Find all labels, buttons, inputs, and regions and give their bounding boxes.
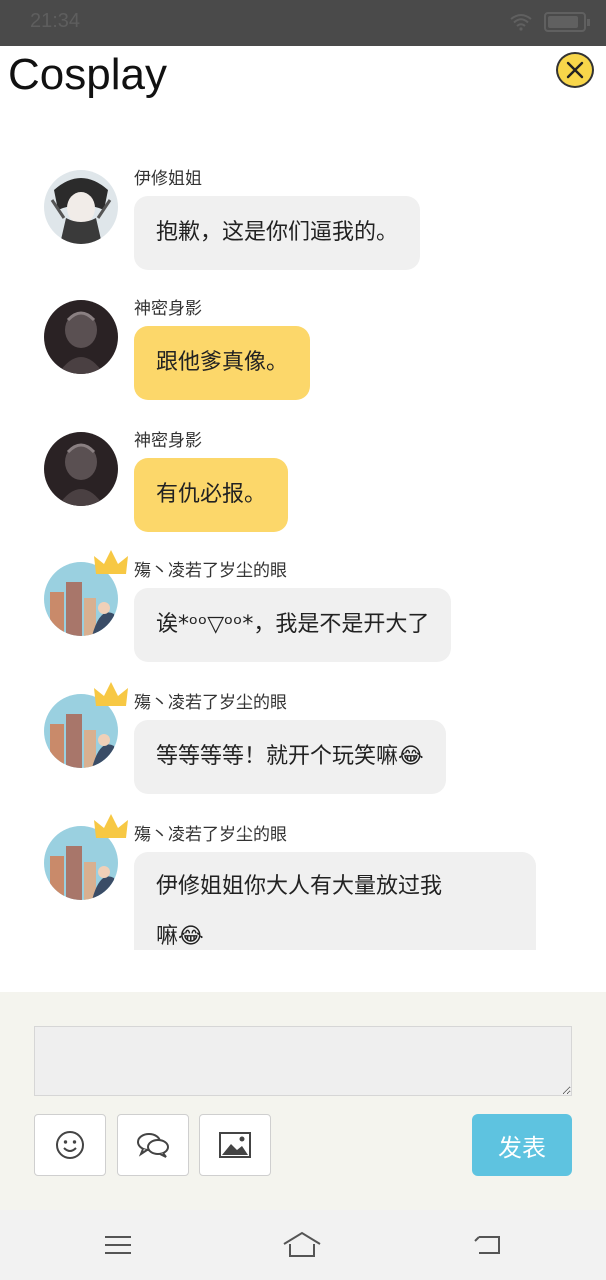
- message-text-line: 嘛😂: [156, 924, 204, 949]
- chat-bubbles-icon: [137, 1133, 169, 1158]
- message-sender: 神密身影: [134, 431, 202, 451]
- image-icon: [219, 1132, 251, 1158]
- avatar[interactable]: [44, 170, 118, 244]
- home-icon: [283, 1231, 321, 1257]
- message-bubble: 有仇必报。: [134, 458, 289, 532]
- message-bubble: 跟他爹真像。: [134, 326, 311, 400]
- message-bubble: 诶*ᵒᵒ▽ᵒᵒ*，我是不是开大了: [134, 588, 452, 662]
- status-icons: [510, 12, 590, 32]
- message-bubble: 抱歉，这是你们逼我的。: [134, 196, 421, 270]
- back-icon: [474, 1236, 500, 1254]
- crown-icon: [94, 814, 128, 838]
- avatar[interactable]: [44, 300, 118, 374]
- status-bar: 21:34: [0, 0, 606, 46]
- message-bubble: 伊修姐姐你大人有大量放过我 嘛😂: [134, 852, 536, 950]
- message-sender: 神密身影: [134, 299, 202, 319]
- comment-input[interactable]: [34, 1026, 572, 1096]
- system-nav-bar: [0, 1210, 606, 1280]
- crown-icon: [94, 682, 128, 706]
- wifi-icon: [510, 14, 532, 31]
- send-button[interactable]: 发表: [472, 1114, 572, 1176]
- smiley-icon: [56, 1131, 84, 1159]
- chat-button[interactable]: [117, 1114, 189, 1176]
- close-button[interactable]: [556, 52, 594, 88]
- close-icon: [566, 61, 584, 79]
- avatar-mystery-image: [44, 432, 118, 506]
- home-button[interactable]: [282, 1228, 322, 1262]
- status-time: 21:34: [30, 10, 81, 32]
- message-sender: 殤丶凌若了岁尘的眼: [134, 825, 287, 845]
- avatar[interactable]: [44, 432, 118, 506]
- crown-icon: [94, 550, 128, 574]
- battery-icon: [544, 12, 590, 32]
- message-sender: 殤丶凌若了岁尘的眼: [134, 561, 287, 581]
- menu-icon: [105, 1236, 131, 1254]
- chat-message-list[interactable]: 伊修姐姐 抱歉，这是你们逼我的。 神密身影 跟他爹真像。 神密身影 有仇必报。: [30, 150, 582, 950]
- avatar-ishu-image: [44, 170, 118, 244]
- menu-button[interactable]: [98, 1228, 138, 1262]
- page-title: Cosplay: [8, 50, 167, 99]
- back-button[interactable]: [468, 1228, 508, 1262]
- image-button[interactable]: [199, 1114, 271, 1176]
- message-bubble: 等等等等！就开个玩笑嘛😂: [134, 720, 446, 794]
- emoji-button[interactable]: [34, 1114, 106, 1176]
- message-text-line: 伊修姐姐你大人有大量放过我: [156, 874, 443, 899]
- message-sender: 伊修姐姐: [134, 169, 202, 189]
- composer: 发表: [0, 992, 606, 1210]
- avatar-mystery-image: [44, 300, 118, 374]
- message-sender: 殤丶凌若了岁尘的眼: [134, 693, 287, 713]
